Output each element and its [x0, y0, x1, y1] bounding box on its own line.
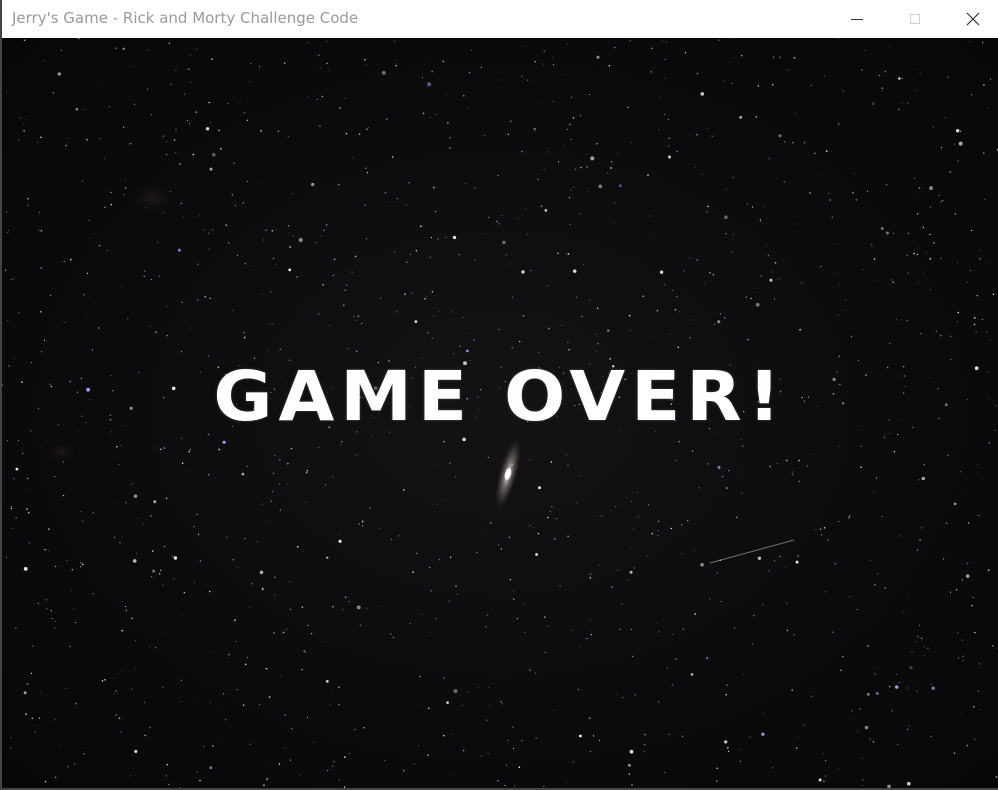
window-title: Jerry's Game - Rick and Morty Challenge …	[12, 9, 359, 27]
minimize-button[interactable]	[828, 0, 886, 38]
title-bar[interactable]: Jerry's Game - Rick and Morty Challenge …	[2, 0, 998, 38]
maximize-button[interactable]	[886, 0, 944, 38]
game-over-text: GAME OVER!	[213, 356, 787, 436]
meteor-streak	[709, 539, 795, 564]
game-canvas[interactable]: GAME OVER!	[2, 38, 998, 788]
close-button[interactable]	[944, 0, 998, 38]
game-window: Jerry's Game - Rick and Morty Challenge …	[0, 0, 998, 790]
close-icon	[966, 12, 980, 26]
maximize-icon	[910, 14, 920, 24]
minimize-icon	[851, 18, 863, 20]
